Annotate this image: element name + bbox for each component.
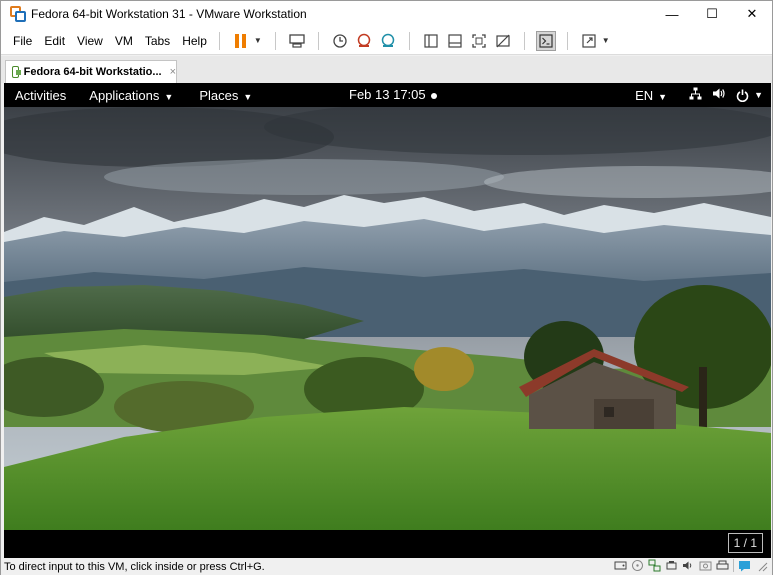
fullscreen-icon[interactable] (469, 31, 489, 51)
camera-icon[interactable] (699, 559, 712, 572)
clock-text: Feb 13 17:05 (349, 87, 426, 102)
system-tray: EN ▼ ▼ (635, 83, 763, 107)
language-label: EN (635, 87, 654, 103)
snapshot-revert-icon[interactable] (354, 31, 374, 51)
usb-icon[interactable] (665, 559, 678, 572)
maximize-button[interactable]: ☐ (692, 1, 732, 27)
tab-fedora-vm[interactable]: Fedora 64-bit Workstatio... × (5, 60, 177, 83)
message-icon[interactable] (738, 559, 751, 572)
notification-dot-icon (430, 92, 437, 99)
chevron-down-icon: ▼ (164, 91, 174, 102)
menu-tabs[interactable]: Tabs (145, 34, 170, 48)
pause-dropdown-icon[interactable]: ▼ (254, 36, 262, 45)
tab-close-icon[interactable]: × (170, 66, 176, 78)
menu-help[interactable]: Help (182, 34, 207, 48)
gnome-bottom-bar: 1 / 1 (4, 530, 771, 558)
chevron-down-icon: ▼ (658, 91, 668, 102)
snapshot-take-icon[interactable] (330, 31, 350, 51)
unity-icon[interactable] (493, 31, 513, 51)
toolbar-separator (408, 31, 410, 50)
hdd-icon[interactable] (614, 559, 627, 572)
cd-icon[interactable] (631, 559, 644, 572)
snapshot-manager-icon[interactable] (378, 31, 398, 51)
stretch-dropdown-icon[interactable]: ▼ (602, 36, 610, 45)
network-icon[interactable] (689, 87, 702, 103)
pause-icon[interactable] (231, 31, 251, 51)
window-title: Fedora 64-bit Workstation 31 - VMware Wo… (31, 7, 307, 21)
desktop-wallpaper[interactable] (4, 107, 771, 530)
view-library-icon[interactable] (421, 31, 441, 51)
console-icon[interactable] (535, 30, 556, 51)
printer-icon[interactable] (716, 559, 729, 572)
minimize-button[interactable]: — (652, 1, 692, 27)
chevron-down-icon: ▼ (243, 91, 253, 102)
language-menu[interactable]: EN ▼ (635, 88, 667, 103)
device-icons (614, 559, 768, 572)
vmware-app-icon (10, 6, 26, 22)
activities-button[interactable]: Activities (15, 88, 66, 103)
volume-icon[interactable] (712, 87, 726, 103)
applications-label: Applications (89, 87, 160, 103)
toolbar-separator (566, 31, 568, 50)
vm-console[interactable]: Activities Applications ▼ Places ▼ Feb 13 … (4, 83, 771, 558)
stretch-icon[interactable] (579, 31, 599, 51)
gnome-top-bar: Activities Applications ▼ Places ▼ Feb 13 … (4, 83, 771, 107)
close-button[interactable]: ✕ (732, 1, 772, 27)
tab-strip: Fedora 64-bit Workstatio... × (1, 56, 772, 83)
toolbar-separator (274, 31, 276, 50)
vmware-window: Fedora 64-bit Workstation 31 - VMware Wo… (0, 0, 773, 575)
places-menu[interactable]: Places ▼ (199, 88, 252, 103)
workspace-indicator[interactable]: 1 / 1 (727, 533, 763, 553)
sound-icon[interactable] (682, 559, 695, 572)
applications-menu[interactable]: Applications ▼ (89, 88, 173, 103)
menu-view[interactable]: View (77, 34, 103, 48)
menu-file[interactable]: File (13, 34, 32, 48)
menu-vm[interactable]: VM (115, 34, 133, 48)
status-separator (733, 559, 734, 572)
status-bar: To direct input to this VM, click inside… (1, 558, 772, 575)
chevron-down-icon: ▼ (754, 90, 763, 100)
resize-grip-icon[interactable] (755, 559, 768, 572)
toolbar-separator (218, 31, 220, 50)
toolbar-separator (523, 31, 525, 50)
menu-edit[interactable]: Edit (44, 34, 65, 48)
places-label: Places (199, 87, 239, 103)
toolbar-separator (317, 31, 319, 50)
title-bar: Fedora 64-bit Workstation 31 - VMware Wo… (1, 1, 772, 27)
menu-toolbar: File Edit View VM Tabs Help ▼ ▼ (1, 27, 772, 55)
view-thumbnail-icon[interactable] (445, 31, 465, 51)
status-message: To direct input to this VM, click inside… (4, 560, 265, 573)
tab-label: Fedora 64-bit Workstatio... (23, 66, 162, 78)
clock-button[interactable]: Feb 13 17:05 (349, 87, 437, 102)
window-controls: — ☐ ✕ (652, 1, 772, 27)
send-ctrl-alt-del-icon[interactable] (287, 31, 307, 51)
vm-running-icon (12, 66, 21, 78)
network-adapter-icon[interactable] (648, 559, 661, 572)
power-icon[interactable]: ▼ (736, 89, 763, 102)
